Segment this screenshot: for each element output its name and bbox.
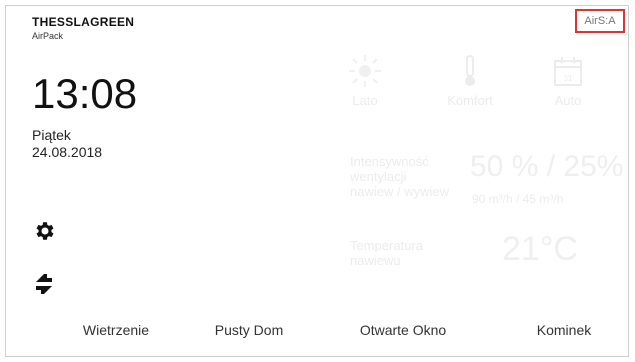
clock-day: Piątek (32, 127, 71, 143)
gear-icon (36, 222, 54, 240)
mode-lato[interactable]: Lato (335, 55, 395, 108)
sun-icon (335, 55, 395, 87)
calendar-day: 31 (564, 74, 573, 83)
supply-temp-label: Temperatura nawiewu (350, 238, 423, 268)
mode-auto-label: Auto (554, 93, 582, 108)
brand-name: THESSLAGREEN (32, 15, 135, 29)
calendar-icon: 31 (538, 55, 598, 87)
nav-otwarte-okno[interactable]: Otwarte Okno (328, 322, 478, 338)
supply-temp-label-line2: nawiewu (350, 253, 401, 268)
ventilation-label-line2: wentylacji (350, 169, 407, 184)
clock-time: 13:08 (32, 70, 138, 117)
supply-temp-label-line1: Temperatura (350, 238, 423, 253)
product-name: AirPack (32, 31, 64, 41)
ventilation-label-line3: nawiew / wywiew (350, 184, 449, 199)
bottom-nav: Wietrzenie Pusty Dom Otwarte Okno Komine… (6, 322, 629, 356)
sync-button[interactable] (32, 272, 56, 296)
mode-komfort[interactable]: Komfort (440, 55, 500, 108)
nav-wietrzenie[interactable]: Wietrzenie (41, 322, 191, 338)
ventilation-label-line1: Intensywność (350, 154, 429, 169)
thermometer-icon (440, 55, 500, 87)
nav-pusty-dom[interactable]: Pusty Dom (174, 322, 324, 338)
status-indicator[interactable]: AirS:A (575, 9, 625, 33)
nav-kominek[interactable]: Kominek (489, 322, 635, 338)
mode-komfort-label: Komfort (447, 93, 493, 108)
supply-temp-value: 21°C (502, 230, 578, 268)
ventilation-label: Intensywność wentylacji nawiew / wywiew (350, 154, 449, 199)
sync-icon (36, 274, 52, 294)
ventilation-value: 50 % / 25% (470, 150, 624, 183)
settings-button[interactable] (32, 219, 56, 243)
clock-date: 24.08.2018 (32, 144, 103, 160)
mode-lato-label: Lato (352, 93, 378, 108)
ventilation-flow: 90 m³/h / 45 m³/h (472, 192, 564, 206)
mode-auto[interactable]: 31 Auto (538, 55, 598, 108)
